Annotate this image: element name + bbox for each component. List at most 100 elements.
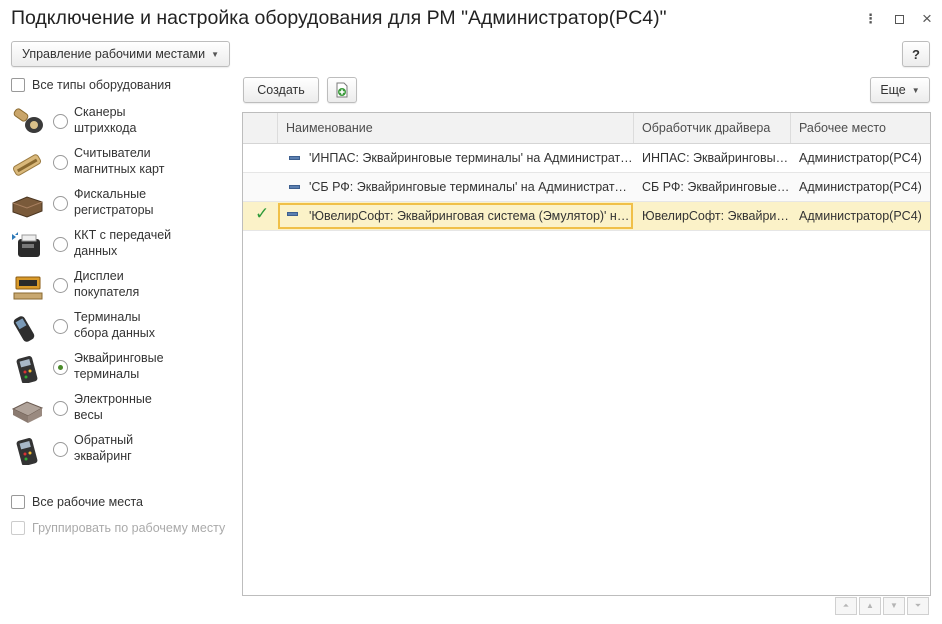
all-types-checkbox[interactable]: [11, 78, 25, 92]
equipment-type-label-line2: покупателя: [74, 285, 140, 299]
equipment-type-label-line2: терминалы: [74, 367, 140, 381]
chevron-down-icon: ▼: [211, 49, 220, 59]
more-dots-icon[interactable]: ⋮: [860, 10, 880, 30]
equipment-type-label-line1: ККТ с передачей: [74, 228, 172, 242]
equipment-type-item[interactable]: Эквайринговые терминалы: [8, 350, 233, 391]
prev-page-icon[interactable]: ▲: [859, 597, 881, 615]
equipment-type-label-line2: штрихкода: [74, 121, 137, 135]
manage-workplaces-label: Управление рабочими местами: [21, 47, 206, 61]
equipment-type-item[interactable]: Считыватели магнитных карт: [8, 145, 233, 186]
all-types-checkbox-row[interactable]: Все типы оборудования: [11, 78, 171, 92]
equipment-type-item[interactable]: Дисплеи покупателя: [8, 268, 233, 309]
equipment-type-label-line1: Дисплеи: [74, 269, 124, 283]
equipment-type-label-line1: Терминалы: [74, 310, 141, 324]
close-icon[interactable]: ×: [917, 10, 937, 30]
fiscal-printer-icon: [12, 196, 43, 218]
last-page-icon[interactable]: ⏷: [907, 597, 929, 615]
table-row[interactable]: ✓ 'ЮвелирСофт: Эквайринговая система (Эму…: [243, 202, 930, 231]
cell-driver[interactable]: ИНПАС: Эквайринговые терминалы: [634, 144, 790, 172]
table-row[interactable]: 'ИНПАС: Эквайринговые терминалы' на Адми…: [243, 144, 930, 173]
header-name[interactable]: Наименование: [278, 113, 634, 143]
title-bar: Подключение и настройка оборудования для…: [0, 0, 942, 40]
manage-workplaces-button[interactable]: Управление рабочими местами ▼: [11, 41, 230, 67]
maximize-icon[interactable]: [889, 10, 909, 30]
header-mark-column: [243, 113, 278, 143]
acquiring-terminal-icon: [16, 356, 38, 383]
copy-add-icon: [336, 82, 348, 98]
header-workplace[interactable]: Рабочее место: [791, 113, 930, 143]
group-by-workplace-checkbox-row: Группировать по рабочему месту: [11, 521, 225, 535]
equipment-type-label-line1: Обратный: [74, 433, 134, 447]
cell-workplace[interactable]: Администратор(PC4): [791, 202, 929, 230]
kkt-icon: [12, 232, 40, 257]
equipment-type-label: Считыватели магнитных карт: [74, 145, 234, 177]
equipment-type-label-line2: эквайринг: [74, 449, 132, 463]
equipment-type-label-line1: Сканеры: [74, 105, 126, 119]
equipment-type-radio[interactable]: [53, 442, 68, 457]
equipment-type-radio[interactable]: [53, 319, 68, 334]
first-page-icon[interactable]: ⏶: [835, 597, 857, 615]
all-workplaces-checkbox[interactable]: [11, 495, 25, 509]
equipment-type-item[interactable]: Фискальные регистраторы: [8, 186, 233, 227]
equipment-type-label: Электронные весы: [74, 391, 234, 423]
equipment-type-label-line2: сбора данных: [74, 326, 156, 340]
equipment-type-label: Обратный эквайринг: [74, 432, 234, 464]
all-workplaces-checkbox-row[interactable]: Все рабочие места: [11, 495, 143, 509]
next-page-icon[interactable]: ▼: [883, 597, 905, 615]
more-button[interactable]: Еще ▼: [870, 77, 930, 103]
equipment-type-item[interactable]: Электронные весы: [8, 391, 233, 432]
equipment-type-label: Сканеры штрихкода: [74, 104, 234, 136]
barcode-scanner-icon: [13, 108, 43, 133]
more-label: Еще: [880, 83, 906, 97]
equipment-type-radio[interactable]: [53, 401, 68, 416]
checkmark-icon: ✓: [255, 204, 270, 223]
chevron-down-icon: ▼: [911, 85, 920, 95]
equipment-type-item[interactable]: ККТ с передачей данных: [8, 227, 233, 268]
scales-icon: [11, 401, 44, 423]
equipment-type-radio[interactable]: [53, 360, 68, 375]
reverse-acquiring-icon: [16, 438, 38, 465]
cell-name[interactable]: 'ИНПАС: Эквайринговые терминалы' на Адми…: [278, 144, 633, 172]
cell-workplace[interactable]: Администратор(PC4): [791, 173, 929, 201]
equipment-type-item[interactable]: Терминалы сбора данных: [8, 309, 233, 350]
copy-add-button[interactable]: [327, 77, 357, 103]
equipment-type-label-line2: магнитных карт: [74, 162, 165, 176]
equipment-type-label-line1: Фискальные: [74, 187, 147, 201]
create-button[interactable]: Создать: [243, 77, 319, 103]
equipment-type-radio[interactable]: [53, 114, 68, 129]
equipment-type-label: Фискальные регистраторы: [74, 186, 234, 218]
cell-driver[interactable]: ЮвелирСофт: Эквайринговая система: [634, 202, 790, 230]
equipment-type-label: Эквайринговые терминалы: [74, 350, 234, 382]
header-driver[interactable]: Обработчик драйвера: [634, 113, 791, 143]
data-terminal-icon: [13, 316, 35, 342]
table-header: Наименование Обработчик драйвера Рабочее…: [243, 113, 930, 144]
help-button[interactable]: ?: [902, 41, 930, 67]
table-row[interactable]: 'СБ РФ: Эквайринговые терминалы' на Адми…: [243, 173, 930, 202]
cell-name[interactable]: 'ЮвелирСофт: Эквайринговая система (Эмул…: [278, 203, 633, 229]
equipment-type-label: Дисплеи покупателя: [74, 268, 234, 300]
all-workplaces-label: Все рабочие места: [32, 495, 144, 509]
equipment-type-item[interactable]: Обратный эквайринг: [8, 432, 233, 473]
equipment-type-radio[interactable]: [53, 237, 68, 252]
equipment-type-label-line2: данных: [74, 244, 118, 258]
equipment-type-label-line2: весы: [74, 408, 103, 422]
equipment-type-label-line1: Считыватели: [74, 146, 151, 160]
equipment-type-label-line1: Электронные: [74, 392, 152, 406]
main-window: Подключение и настройка оборудования для…: [0, 0, 942, 624]
cell-name[interactable]: 'СБ РФ: Эквайринговые терминалы' на Адми…: [278, 173, 633, 201]
equipment-type-label: Терминалы сбора данных: [74, 309, 234, 341]
customer-display-icon: [13, 276, 43, 300]
cell-workplace[interactable]: Администратор(PC4): [791, 144, 929, 172]
equipment-type-item[interactable]: Сканеры штрихкода: [8, 104, 233, 145]
equipment-type-label-line2: регистраторы: [74, 203, 154, 217]
equipment-table[interactable]: Наименование Обработчик драйвера Рабочее…: [242, 112, 931, 596]
equipment-type-label: ККТ с передачей данных: [74, 227, 234, 259]
equipment-type-radio[interactable]: [53, 155, 68, 170]
card-reader-icon: [12, 154, 42, 176]
equipment-type-label-line1: Эквайринговые: [74, 351, 164, 365]
equipment-type-radio[interactable]: [53, 196, 68, 211]
equipment-type-radio[interactable]: [53, 278, 68, 293]
group-by-workplace-label: Группировать по рабочему месту: [32, 521, 226, 535]
cell-driver[interactable]: СБ РФ: Эквайринговые терминалы: [634, 173, 790, 201]
all-types-label: Все типы оборудования: [32, 78, 172, 92]
